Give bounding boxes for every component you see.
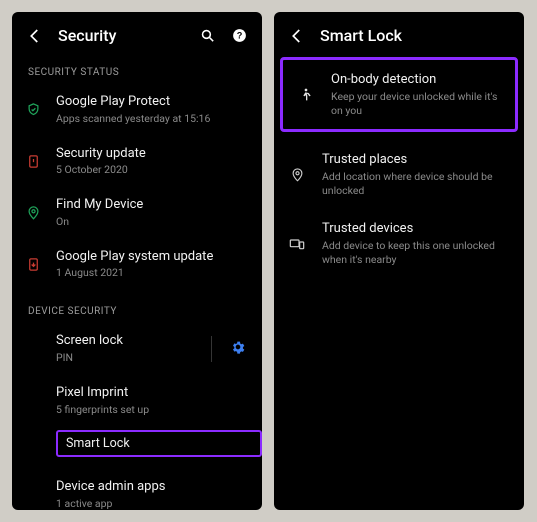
back-icon[interactable] [288,27,306,45]
item-screen-lock[interactable]: Screen lock PIN [12,323,262,375]
walk-icon [295,87,317,103]
item-title: On-body detection [331,72,503,89]
item-title: Trusted devices [322,221,512,238]
search-icon[interactable] [198,27,216,45]
shield-check-icon [24,102,42,117]
item-play-system-update[interactable]: Google Play system update 1 August 2021 [12,239,262,291]
item-title: Pixel Imprint [56,385,250,402]
section-label-status: SECURITY STATUS [12,55,262,84]
system-update-icon [24,257,42,272]
item-play-protect[interactable]: Google Play Protect Apps scanned yesterd… [12,84,262,136]
item-device-admin[interactable]: Device admin apps 1 active app [12,469,262,510]
item-subtitle: Add device to keep this one unlocked whe… [322,239,512,266]
item-trusted-places[interactable]: Trusted places Add location where device… [274,140,524,209]
item-smart-lock[interactable]: Smart Lock [56,430,262,457]
back-icon[interactable] [26,27,44,45]
item-title: Find My Device [56,197,250,214]
section-label-device: DEVICE SECURITY [12,294,262,323]
item-subtitle: 1 active app [56,497,250,510]
divider-vertical [211,336,212,362]
item-subtitle: On [56,215,250,229]
smart-lock-screen: Smart Lock On-body detection Keep your d… [274,12,524,510]
item-title: Screen lock [56,333,197,350]
topbar: Smart Lock [274,12,524,55]
item-pixel-imprint[interactable]: Pixel Imprint 5 fingerprints set up [12,375,262,427]
item-title: Trusted places [322,152,512,169]
topbar: Security ? [12,12,262,55]
item-security-update[interactable]: Security update 5 October 2020 [12,136,262,188]
svg-text:?: ? [236,31,242,41]
update-alert-icon [24,154,42,169]
item-on-body-detection[interactable]: On-body detection Keep your device unloc… [280,57,518,132]
item-title: Security update [56,146,250,163]
item-title: Google Play system update [56,249,250,266]
place-pin-icon [286,167,308,182]
item-find-my-device[interactable]: Find My Device On [12,187,262,239]
security-settings-screen: Security ? SECURITY STATUS Google Play P… [12,12,262,510]
page-title: Smart Lock [320,26,510,45]
item-subtitle: 5 fingerprints set up [56,403,250,417]
page-title: Security [58,26,184,45]
item-title: Device admin apps [56,479,250,496]
item-subtitle: Add location where device should be unlo… [322,170,512,197]
gear-icon[interactable] [230,339,250,359]
item-subtitle: Keep your device unlocked while it's on … [331,90,503,117]
item-subtitle: 1 August 2021 [56,266,250,280]
item-subtitle: 5 October 2020 [56,163,250,177]
item-title: Smart Lock [66,436,130,451]
item-subtitle: Apps scanned yesterday at 15:16 [56,112,250,126]
location-pin-icon [24,205,42,220]
item-trusted-devices[interactable]: Trusted devices Add device to keep this … [274,209,524,278]
help-icon[interactable]: ? [230,27,248,45]
devices-icon [286,236,308,252]
item-subtitle: PIN [56,351,197,365]
item-title: Google Play Protect [56,94,250,111]
